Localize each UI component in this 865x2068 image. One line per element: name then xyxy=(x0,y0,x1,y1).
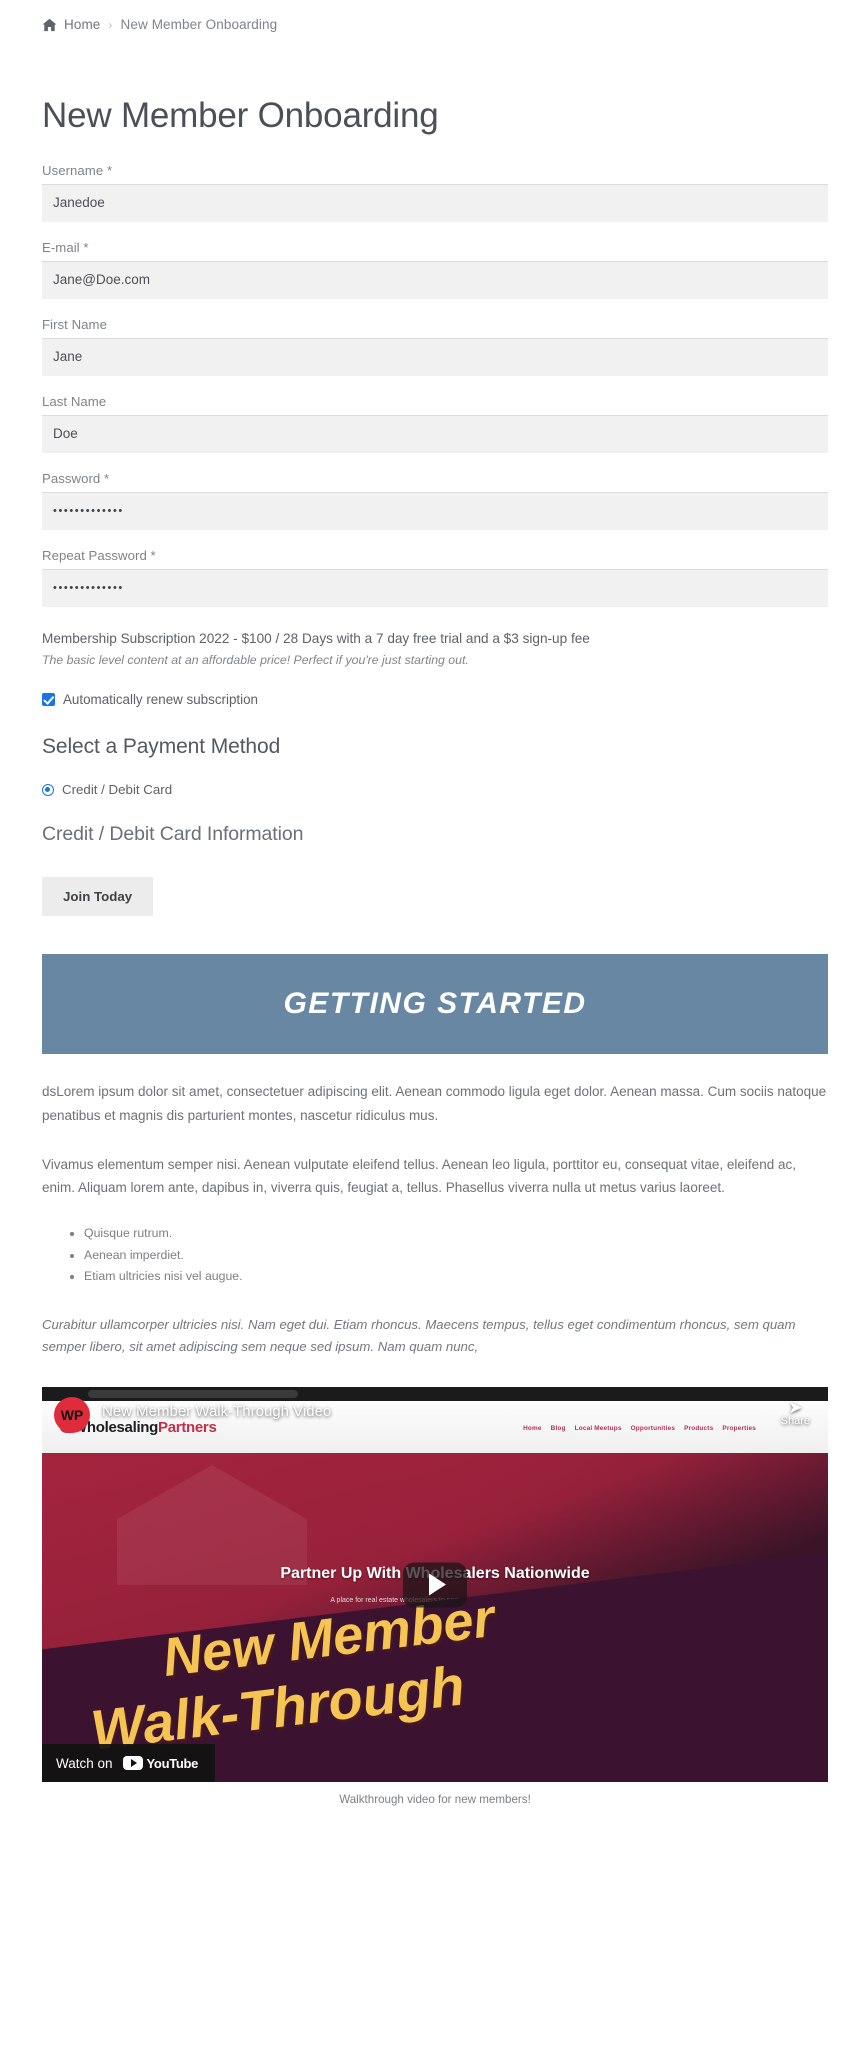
watch-on-label: Watch on xyxy=(56,1755,113,1771)
field-label-email: E-mail * xyxy=(42,239,89,255)
banner-text: GETTING STARTED xyxy=(283,987,587,1021)
onboarding-form: Username * E-mail * First Name Last Name… xyxy=(0,163,865,917)
share-button[interactable]: ➤ Share xyxy=(780,1398,810,1428)
password-input[interactable] xyxy=(42,491,828,530)
onboarding-page: Home › New Member Onboarding New Member … xyxy=(0,0,865,1806)
field-last-name: Last Name xyxy=(0,394,865,453)
submit-wrapper: Join Today xyxy=(42,877,865,917)
youtube-play-icon xyxy=(122,1756,143,1771)
first-name-input[interactable] xyxy=(42,337,828,376)
site-nav: Home Blog Local Meetups Opportunities Pr… xyxy=(516,1425,756,1432)
field-label-first-name: First Name xyxy=(42,316,107,332)
field-email: E-mail * xyxy=(0,240,865,299)
field-label-last-name: Last Name xyxy=(42,393,107,409)
site-nav-item: Blog xyxy=(550,1425,566,1433)
field-label-password: Password * xyxy=(42,470,110,486)
auto-renew-checkbox[interactable] xyxy=(42,693,55,707)
share-label: Share xyxy=(780,1415,810,1428)
list-item: Aenean imperdiet. xyxy=(84,1245,828,1267)
home-icon[interactable] xyxy=(42,18,57,32)
play-triangle xyxy=(428,1573,446,1596)
url-bar xyxy=(88,1390,298,1399)
paragraph-3: Curabitur ullamcorper ultricies nisi. Na… xyxy=(42,1316,796,1355)
video-caption: Walkthrough video for new members! xyxy=(339,1793,531,1807)
article-content: dsLorem ipsum dolor sit amet, consectetu… xyxy=(0,1080,865,1359)
site-nav-item: Properties xyxy=(722,1425,756,1433)
field-label-repeat-password: Repeat Password * xyxy=(42,547,156,563)
site-nav-item: Home xyxy=(523,1425,542,1433)
auto-renew-label: Automatically renew subscription xyxy=(63,692,258,708)
last-name-input[interactable] xyxy=(42,414,828,453)
field-password: Password * xyxy=(0,471,865,530)
subscription-block: Membership Subscription 2022 - $100 / 28… xyxy=(0,629,865,707)
username-input[interactable] xyxy=(42,183,828,222)
subscription-title: Membership Subscription 2022 - $100 / 28… xyxy=(42,630,590,646)
breadcrumb-separator: › xyxy=(108,17,113,32)
breadcrumb: Home › New Member Onboarding xyxy=(0,0,865,32)
site-nav-item: Local Meetups xyxy=(574,1425,622,1433)
page-title: New Member Onboarding xyxy=(42,96,439,135)
payment-method-option-card[interactable]: Credit / Debit Card xyxy=(42,782,865,797)
breadcrumb-current: New Member Onboarding xyxy=(120,17,278,32)
getting-started-banner: GETTING STARTED xyxy=(42,954,828,1055)
video-title-overlay[interactable]: New Member Walk-Through Video xyxy=(102,1403,331,1420)
youtube-video-embed[interactable]: Partner Up With Wholesalers Nationwide A… xyxy=(42,1387,828,1783)
watch-on-youtube-button[interactable]: Watch on YouTube xyxy=(42,1744,216,1783)
channel-avatar[interactable]: WP xyxy=(54,1397,90,1434)
list-item: Etiam ultricies nisi vel augue. xyxy=(84,1266,828,1288)
field-repeat-password: Repeat Password * xyxy=(0,548,865,607)
play-button-icon[interactable] xyxy=(403,1562,467,1608)
youtube-logo: YouTube xyxy=(122,1755,199,1771)
paragraph-1: dsLorem ipsum dolor sit amet, consectetu… xyxy=(42,1084,827,1123)
payment-method-heading: Select a Payment Method xyxy=(42,735,281,759)
list-item: Quisque rutrum. xyxy=(84,1223,828,1245)
subscription-description: The basic level content at an affordable… xyxy=(42,652,469,667)
site-nav-item: Products xyxy=(684,1425,714,1433)
site-logo-accent: Partners xyxy=(158,1419,217,1437)
field-first-name: First Name xyxy=(0,317,865,376)
credit-card-label: Credit / Debit Card xyxy=(62,782,173,798)
paragraph-2: Vivamus elementum semper nisi. Aenean vu… xyxy=(42,1156,796,1195)
field-username: Username * xyxy=(0,163,865,222)
auto-renew-row[interactable]: Automatically renew subscription xyxy=(42,692,828,707)
youtube-wordmark: YouTube xyxy=(146,1755,199,1771)
repeat-password-input[interactable] xyxy=(42,568,828,607)
card-information-heading: Credit / Debit Card Information xyxy=(42,823,304,846)
join-today-button[interactable]: Join Today xyxy=(42,877,154,917)
share-arrow-icon: ➤ xyxy=(788,1398,803,1418)
site-nav-item: Opportunities xyxy=(630,1425,676,1433)
email-input[interactable] xyxy=(42,260,828,299)
field-label-username: Username * xyxy=(42,162,113,178)
feature-list: Quisque rutrum. Aenean imperdiet. Etiam … xyxy=(66,1223,828,1288)
breadcrumb-home-link[interactable]: Home xyxy=(64,17,100,32)
browser-chrome-bar xyxy=(42,1387,828,1402)
credit-card-radio[interactable] xyxy=(42,783,54,796)
